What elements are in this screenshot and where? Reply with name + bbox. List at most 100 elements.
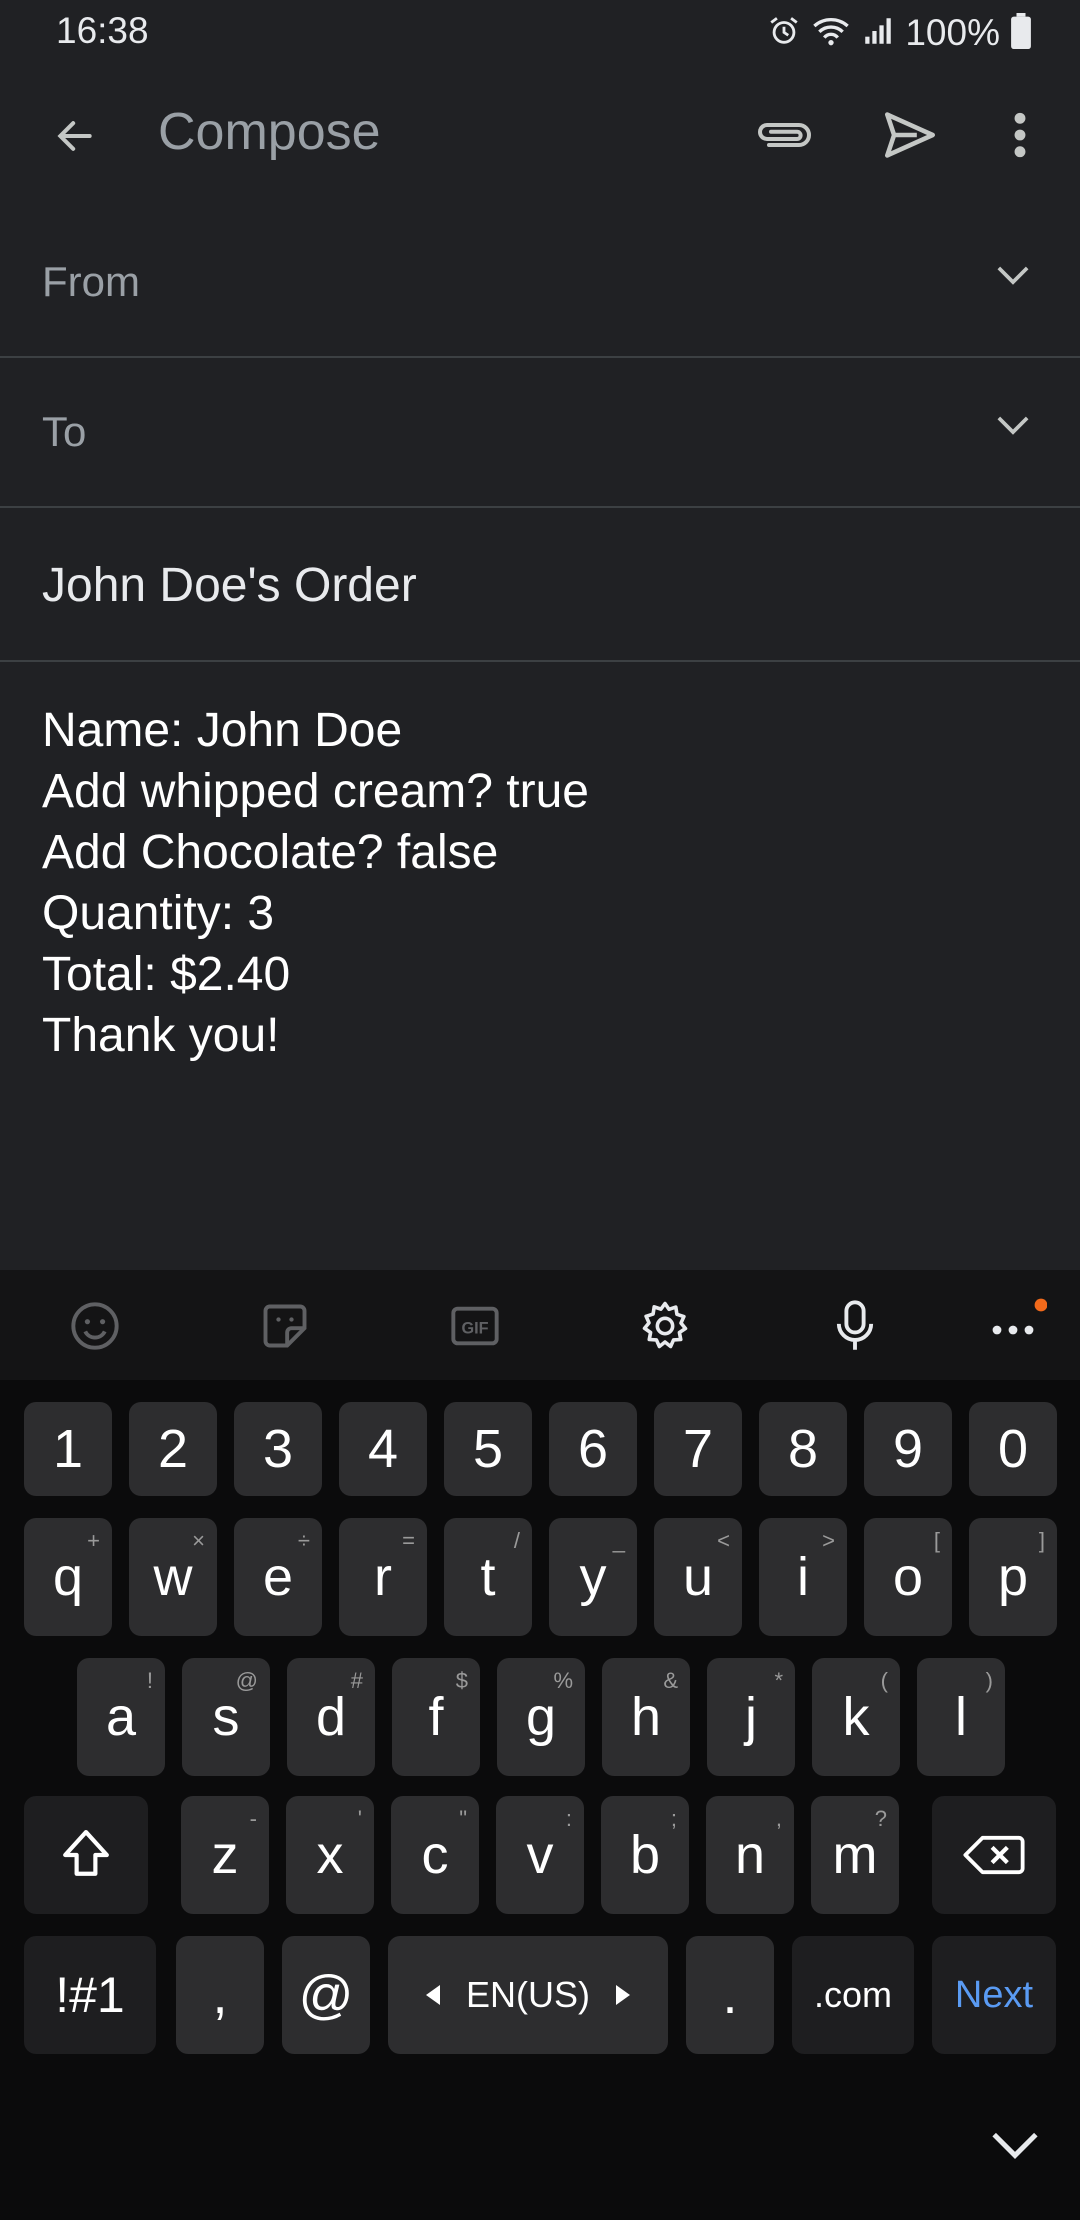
key-2[interactable]: 2 — [129, 1402, 217, 1496]
key-c[interactable]: c " — [391, 1796, 479, 1914]
key-l[interactable]: l) — [917, 1658, 1005, 1776]
subject-text: John Doe's Order — [42, 559, 417, 612]
more-horiz-icon — [992, 1298, 1047, 1335]
more-options-button[interactable] — [990, 102, 1050, 168]
key-8[interactable]: 8 — [759, 1402, 847, 1496]
key-l-label: l — [955, 1687, 967, 1747]
period-key[interactable]: . — [686, 1936, 774, 2054]
key-q[interactable]: q + — [24, 1518, 112, 1636]
key-y[interactable]: y _ — [549, 1518, 637, 1636]
keyboard-settings-button[interactable] — [637, 1298, 693, 1354]
key-h-alt-symbol: & — [663, 1668, 678, 1693]
to-label: To — [42, 408, 87, 455]
key-f-alt-symbol: $ — [455, 1668, 468, 1693]
back-button[interactable] — [40, 104, 110, 168]
key-s-alt-symbol: @ — [235, 1668, 258, 1693]
key-g-alt-symbol: % — [553, 1668, 573, 1693]
spacebar-language-key[interactable]: EN(US) — [388, 1936, 668, 2054]
voice-input-button[interactable] — [827, 1298, 883, 1354]
key-3[interactable]: 3 — [234, 1402, 322, 1496]
key-a-alt-symbol: ! — [146, 1668, 153, 1693]
backspace-icon — [963, 1835, 1025, 1875]
backspace-key[interactable] — [932, 1796, 1056, 1914]
key-7-label: 7 — [682, 1419, 714, 1479]
keyboard: 1234567890 q + w × e ÷ r = t / y _ u < i > o[p] a! s @ d # f $… — [0, 1380, 1080, 2220]
key-0[interactable]: 0 — [969, 1402, 1057, 1496]
symbols-key[interactable]: !#1 — [24, 1936, 156, 2054]
key-e[interactable]: e ÷ — [234, 1518, 322, 1636]
next-key[interactable]: Next — [932, 1936, 1056, 2054]
key-n[interactable]: n, — [706, 1796, 794, 1914]
key-5[interactable]: 5 — [444, 1402, 532, 1496]
language-label: EN(US) — [466, 1974, 590, 2015]
key-9[interactable]: 9 — [864, 1402, 952, 1496]
key-m[interactable]: m? — [811, 1796, 899, 1914]
key-s[interactable]: s @ — [182, 1658, 270, 1776]
key-x-alt-symbol: ' — [357, 1806, 362, 1831]
key-h[interactable]: h & — [602, 1658, 690, 1776]
key-1[interactable]: 1 — [24, 1402, 112, 1496]
key-t[interactable]: t / — [444, 1518, 532, 1636]
key-f-label: f — [428, 1687, 444, 1747]
emoji-icon — [71, 1302, 119, 1350]
key-v-alt-symbol: : — [565, 1806, 572, 1831]
key-k[interactable]: k( — [812, 1658, 900, 1776]
from-label: From — [42, 258, 140, 305]
key-z[interactable]: z- — [181, 1796, 269, 1914]
key-w[interactable]: w × — [129, 1518, 217, 1636]
key-3-label: 3 — [262, 1419, 294, 1479]
key-e-label: e — [262, 1547, 294, 1607]
key-u[interactable]: u < — [654, 1518, 742, 1636]
subject-field[interactable]: John Doe's Order — [0, 508, 1080, 662]
keyboard-more-button[interactable] — [987, 1298, 1047, 1354]
key-i[interactable]: i > — [759, 1518, 847, 1636]
key-r[interactable]: r = — [339, 1518, 427, 1636]
key-b[interactable]: b; — [601, 1796, 689, 1914]
gif-button[interactable]: GIF — [447, 1298, 503, 1354]
from-expand-button[interactable] — [996, 264, 1030, 291]
key-g-label: g — [525, 1687, 557, 1747]
to-expand-button[interactable] — [996, 414, 1030, 441]
at-key[interactable]: @ — [282, 1936, 370, 2054]
key-x[interactable]: x ' — [286, 1796, 374, 1914]
key-d-label: d — [315, 1687, 347, 1747]
key-d[interactable]: d # — [287, 1658, 375, 1776]
dotcom-key[interactable]: .com — [792, 1936, 914, 2054]
key-y-alt-symbol: _ — [612, 1528, 625, 1553]
key-d-alt-symbol: # — [350, 1668, 363, 1693]
key-2-label: 2 — [157, 1419, 189, 1479]
key-c-label: c — [421, 1825, 449, 1885]
key-j[interactable]: j * — [707, 1658, 795, 1776]
hide-keyboard-button[interactable] — [990, 2130, 1040, 2180]
arrow-right-icon — [616, 1985, 630, 2005]
key-0-label: 0 — [997, 1419, 1029, 1479]
signal-icon — [861, 14, 895, 53]
key-o[interactable]: o[ — [864, 1518, 952, 1636]
key-n-label: n — [734, 1825, 766, 1885]
key-a[interactable]: a! — [77, 1658, 165, 1776]
sticker-button[interactable] — [257, 1298, 313, 1354]
key-p[interactable]: p] — [969, 1518, 1057, 1636]
key-7[interactable]: 7 — [654, 1402, 742, 1496]
key-6[interactable]: 6 — [549, 1402, 637, 1496]
key-f[interactable]: f $ — [392, 1658, 480, 1776]
key-8-label: 8 — [787, 1419, 819, 1479]
emoji-button[interactable] — [67, 1298, 123, 1354]
key-w-label: w — [153, 1547, 193, 1607]
key-o-label: o — [892, 1547, 924, 1607]
key-4[interactable]: 4 — [339, 1402, 427, 1496]
email-body[interactable]: Name: John Doe Add whipped cream? true A… — [42, 700, 1042, 1066]
shift-key[interactable] — [24, 1796, 148, 1914]
battery-icon — [1010, 12, 1032, 54]
send-button[interactable] — [872, 102, 948, 168]
comma-key[interactable]: , — [176, 1936, 264, 2054]
key-9-label: 9 — [892, 1419, 924, 1479]
from-field[interactable]: From — [0, 206, 1080, 358]
key-r-label: r — [374, 1547, 392, 1607]
key-e-alt-symbol: ÷ — [297, 1528, 310, 1553]
key-v[interactable]: v: — [496, 1796, 584, 1914]
key-g[interactable]: g% — [497, 1658, 585, 1776]
to-field[interactable]: To — [0, 358, 1080, 508]
key-q-label: q — [52, 1547, 84, 1607]
attach-button[interactable] — [748, 102, 818, 168]
